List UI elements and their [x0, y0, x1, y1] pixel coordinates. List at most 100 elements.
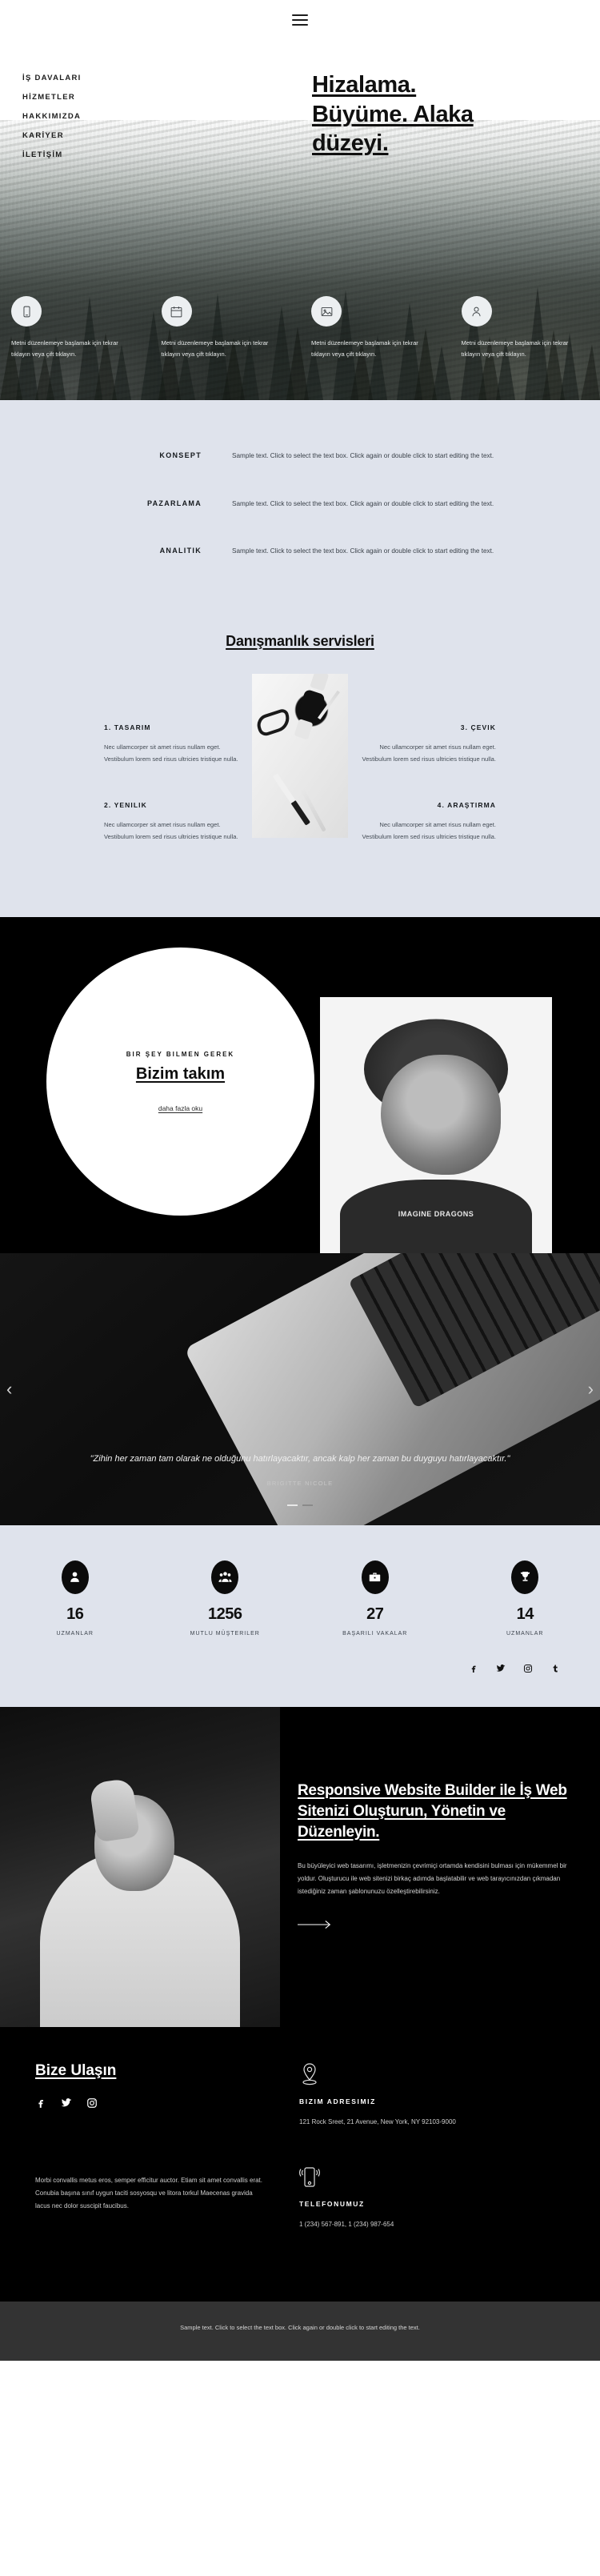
stats-row: 16 UZMANLAR 1256 MUTLU MÜŞTERILER 27 BAŞ… — [0, 1560, 600, 1637]
nav-item-iletisim[interactable]: İLETİŞİM — [22, 150, 82, 159]
footer-phone-heading: TELEFONUMUZ — [299, 2199, 365, 2208]
stat-number: 16 — [66, 1604, 84, 1623]
service-item: 2. YENILIK Nec ullamcorper sit amet risu… — [104, 801, 247, 843]
hero-navigation: İŞ DAVALARI HİZMETLER HAKKIMIZDA KARİYER… — [22, 74, 82, 170]
instagram-icon[interactable] — [523, 1664, 533, 1673]
footer-left-column: Bize Ulaşın Morbi convallis metus eros, … — [0, 2062, 288, 2266]
concept-row: ANALITIK Sample text. Click to select th… — [0, 545, 600, 593]
quote-text: "Zihin her zaman tam olarak ne olduğunu … — [90, 1453, 510, 1464]
service-heading: 2. YENILIK — [104, 800, 147, 809]
mobile-signal-icon — [299, 2165, 600, 2190]
hero-title-line-3: düzeyi. — [312, 130, 389, 157]
concept-row: PAZARLAMA Sample text. Click to select t… — [0, 498, 600, 546]
nav-item-is-davalari[interactable]: İŞ DAVALARI — [22, 74, 82, 82]
portrait-shirt: IMAGINE DRAGONS — [340, 1179, 532, 1253]
bottom-bar-text: Sample text. Click to select the text bo… — [180, 2324, 420, 2332]
footer-right-column: BIZIM ADRESIMIZ 121 Rock Sreet, 21 Avenu… — [288, 2062, 600, 2266]
concepts-list: KONSEPT Sample text. Click to select the… — [0, 400, 600, 622]
feature-card-text: Metni düzenlemeye başlamak için tekrar t… — [161, 339, 269, 359]
service-item: 4. ARAŞTIRMA Nec ullamcorper sit amet ri… — [353, 801, 496, 843]
pen-light-decoration — [300, 787, 326, 832]
stat-item: 1256 MUTLU MÜŞTERILER — [150, 1560, 301, 1637]
calendar-icon — [161, 296, 192, 327]
services-column-right: 3. ÇEVIK Nec ullamcorper sit amet risus … — [353, 674, 525, 879]
page-root: İŞ DAVALARI HİZMETLER HAKKIMIZDA KARİYER… — [0, 0, 600, 2362]
map-pin-icon — [299, 2062, 600, 2088]
feature-card-text: Metni düzenlemeye başlamak için tekrar t… — [311, 339, 418, 359]
service-text: Nec ullamcorper sit amet risus nullam eg… — [362, 820, 496, 841]
quote-author: BRIGITTE NICOLE — [266, 1479, 334, 1487]
people-icon — [211, 1560, 239, 1594]
tumblr-icon[interactable] — [550, 1664, 560, 1673]
footer-description: Morbi convallis metus eros, semper effic… — [35, 2176, 262, 2209]
concept-text: Sample text. Click to select the text bo… — [232, 547, 494, 555]
feature-card: Metni düzenlemeye başlamak için tekrar t… — [450, 296, 600, 360]
hamburger-icon[interactable] — [292, 11, 308, 29]
feature-card-text: Metni düzenlemeye başlamak için tekrar t… — [461, 339, 569, 359]
nav-item-hizmetler[interactable]: HİZMETLER — [22, 93, 82, 102]
instagram-icon[interactable] — [86, 2097, 98, 2109]
facebook-icon[interactable] — [35, 2097, 46, 2109]
hero-title-line-2: Büyüme. Alaka — [312, 101, 474, 127]
slider-dot[interactable] — [302, 1504, 313, 1506]
footer-title: Bize Ulaşın — [35, 2061, 117, 2079]
stat-caption: MUTLU MÜŞTERILER — [190, 1630, 260, 1637]
stat-caption: BAŞARILI VAKALAR — [342, 1630, 408, 1637]
services-column-left: 1. TASARIM Nec ullamcorper sit amet risu… — [75, 674, 247, 879]
image-icon — [311, 296, 342, 327]
concept-text: Sample text. Click to select the text bo… — [232, 452, 494, 459]
footer-phone-block: TELEFONUMUZ 1 (234) 567-891, 1 (234) 987… — [299, 2165, 600, 2230]
feature-card: Metni düzenlemeye başlamak için tekrar t… — [0, 296, 150, 360]
stat-item: 16 UZMANLAR — [0, 1560, 150, 1637]
service-item: 1. TASARIM Nec ullamcorper sit amet risu… — [104, 723, 247, 766]
promo-photo — [0, 1706, 280, 2027]
team-kicker: BIR ŞEY BILMEN GEREK — [126, 1050, 235, 1058]
services-section: Danışmanlık servisleri 1. TASARIM Nec ul… — [0, 622, 600, 917]
footer-social-links — [35, 2097, 288, 2109]
team-photo: IMAGINE DRAGONS — [320, 996, 552, 1253]
services-title: Danışmanlık servisleri — [226, 632, 374, 649]
facebook-icon[interactable] — [469, 1664, 478, 1673]
slider-prev-button[interactable]: ‹ — [6, 1379, 12, 1400]
stat-caption: UZMANLAR — [56, 1630, 94, 1637]
footer-address-heading: BIZIM ADRESIMIZ — [299, 2097, 376, 2105]
portrait-head — [380, 1055, 501, 1176]
twitter-icon[interactable] — [61, 2097, 72, 2109]
concept-text: Sample text. Click to select the text bo… — [232, 499, 494, 507]
stat-number: 27 — [366, 1604, 384, 1623]
promo-text-column: Responsive Website Builder ile İş Web Si… — [280, 1707, 600, 2027]
feature-card: Metni düzenlemeye başlamak için tekrar t… — [300, 296, 450, 360]
hero-title: Hizalama. Büyüme. Alaka düzeyi. — [312, 70, 576, 158]
promo-section: Responsive Website Builder ile İş Web Si… — [0, 1706, 600, 2027]
stats-section: 16 UZMANLAR 1256 MUTLU MÜŞTERILER 27 BAŞ… — [0, 1524, 600, 1707]
footer-address-block: BIZIM ADRESIMIZ 121 Rock Sreet, 21 Avenu… — [299, 2062, 600, 2128]
service-item: 3. ÇEVIK Nec ullamcorper sit amet risus … — [353, 723, 496, 766]
concept-label: KONSEPT — [159, 451, 202, 459]
arrow-right-icon[interactable] — [298, 1919, 333, 1933]
concept-label: PAZARLAMA — [146, 499, 202, 507]
feature-card: Metni düzenlemeye başlamak için tekrar t… — [150, 296, 301, 360]
team-circle: BIR ŞEY BILMEN GEREK Bizim takım daha fa… — [46, 947, 314, 1216]
team-title: Bizim takım — [135, 1064, 226, 1083]
slider-dot-active[interactable] — [287, 1504, 298, 1506]
stat-item: 14 UZMANLAR — [450, 1560, 600, 1637]
nav-item-hakkimizda[interactable]: HAKKIMIZDA — [22, 112, 82, 121]
feature-card-text: Metni düzenlemeye başlamak için tekrar t… — [11, 339, 118, 359]
nav-item-kariyer[interactable]: KARİYER — [22, 131, 82, 140]
team-section: BIR ŞEY BILMEN GEREK Bizim takım daha fa… — [0, 916, 600, 1253]
concepts-section: KONSEPT Sample text. Click to select the… — [0, 400, 600, 917]
briefcase-icon — [361, 1560, 389, 1594]
footer-section: Bize Ulaşın Morbi convallis metus eros, … — [0, 2026, 600, 2302]
service-text: Nec ullamcorper sit amet risus nullam eg… — [104, 820, 238, 841]
hero-title-line-1: Hizalama. — [312, 72, 417, 98]
twitter-icon[interactable] — [496, 1664, 506, 1673]
stat-number: 1256 — [208, 1604, 242, 1623]
user-icon — [461, 296, 492, 327]
services-grid: 1. TASARIM Nec ullamcorper sit amet risu… — [0, 673, 600, 879]
quote-slider-section: ‹ › "Zihin her zaman tam olarak ne olduğ… — [0, 1252, 600, 1525]
team-read-more-link[interactable]: daha fazla oku — [158, 1104, 202, 1112]
slider-next-button[interactable]: › — [588, 1379, 594, 1400]
stat-item: 27 BAŞARILI VAKALAR — [300, 1560, 450, 1637]
services-photo — [252, 673, 348, 838]
service-heading: 4. ARAŞTIRMA — [437, 800, 496, 809]
